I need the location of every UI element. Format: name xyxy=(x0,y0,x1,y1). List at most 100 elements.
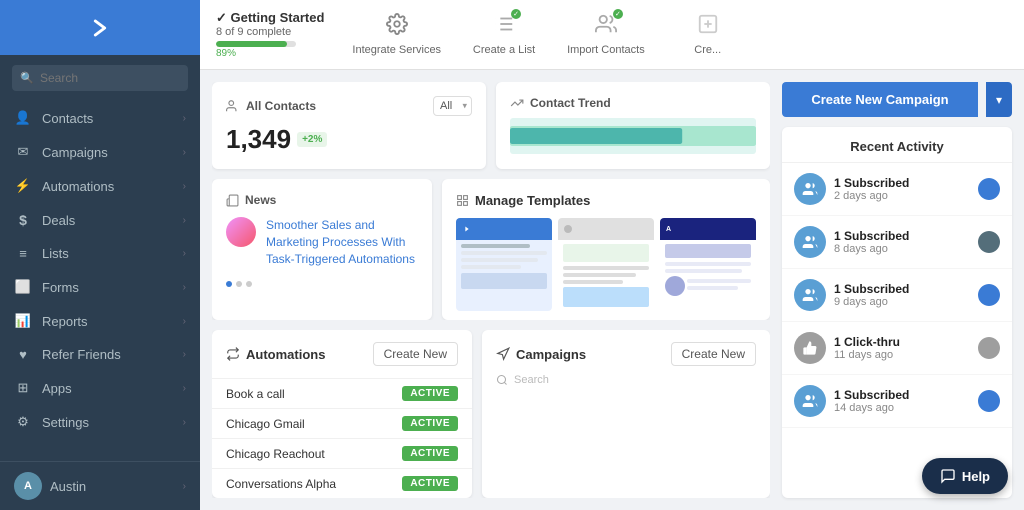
gs-step-integrate[interactable]: Integrate Services xyxy=(352,13,441,56)
activity-content-1: 1 Subscribed 2 days ago xyxy=(834,176,970,202)
automations-title: Automations xyxy=(226,347,325,362)
deals-icon: $ xyxy=(14,212,32,228)
activity-content-3: 1 Subscribed 9 days ago xyxy=(834,282,970,308)
stats-row: All Contacts All 1,349 +2% xyxy=(212,82,770,169)
automation-status-badge: ACTIVE xyxy=(402,386,458,401)
create-icon xyxy=(697,13,719,40)
activity-item-5: 1 Subscribed 14 days ago xyxy=(782,375,1012,428)
search-input[interactable] xyxy=(12,65,188,91)
progress-fill xyxy=(216,41,287,47)
trend-icon xyxy=(510,96,524,110)
activity-icon-4 xyxy=(794,332,826,364)
getting-started-info: ✓ Getting Started 8 of 9 complete 89% xyxy=(216,10,324,59)
recent-activity-panel: Recent Activity 1 Subscribed 2 days ago xyxy=(782,127,1012,498)
sidebar-footer[interactable]: A Austin › xyxy=(0,461,200,510)
sidebar-item-settings[interactable]: ⚙ Settings › xyxy=(0,405,200,439)
automations-icon: ⚡ xyxy=(14,178,32,194)
content-area: All Contacts All 1,349 +2% xyxy=(200,70,1024,510)
news-dot-3[interactable] xyxy=(246,281,252,287)
automations-create-new-button[interactable]: Create New xyxy=(373,342,458,366)
gs-step-label: Create a List xyxy=(473,44,535,56)
trend-chart-svg xyxy=(510,118,756,154)
news-article-link[interactable]: Smoother Sales and Marketing Processes W… xyxy=(266,217,418,267)
templates-grid: A xyxy=(456,218,756,311)
activity-action: 1 Click-thru xyxy=(834,335,970,349)
automation-status-badge: ACTIVE xyxy=(402,476,458,491)
chevron-right-icon: › xyxy=(183,147,186,158)
news-card: News Smoother Sales and Marketing Proces… xyxy=(212,179,432,320)
news-dot-1[interactable] xyxy=(226,281,232,287)
gs-step-create[interactable]: Cre... xyxy=(673,13,743,56)
chevron-right-icon: › xyxy=(183,282,186,293)
sidebar-item-reports[interactable]: 📊 Reports › xyxy=(0,304,200,338)
create-campaign-button[interactable]: Create New Campaign xyxy=(782,82,978,117)
automation-name: Book a call xyxy=(226,387,285,401)
stat-card-header: All Contacts All xyxy=(226,96,472,116)
automations-icon xyxy=(226,347,240,361)
activity-user-avatar-4 xyxy=(978,337,1000,359)
sidebar-nav: 👤 Contacts › ✉ Campaigns › ⚡ Automations… xyxy=(0,101,200,461)
all-contacts-card: All Contacts All 1,349 +2% xyxy=(212,82,486,169)
automation-name: Conversations Alpha xyxy=(226,477,336,491)
sidebar-item-lists[interactable]: ≡ Lists › xyxy=(0,237,200,270)
logo-icon xyxy=(86,14,114,42)
activity-icon-5 xyxy=(794,385,826,417)
contact-trend-header: Contact Trend xyxy=(510,96,756,110)
contacts-filter-select[interactable]: All xyxy=(433,96,472,116)
sidebar: 🔍 👤 Contacts › ✉ Campaigns › ⚡ Automatio… xyxy=(0,0,200,510)
template-thumb-3[interactable]: A xyxy=(660,218,756,311)
subscribe-icon xyxy=(802,393,818,409)
chevron-right-icon: › xyxy=(183,417,186,428)
sidebar-item-label: Contacts xyxy=(42,111,183,126)
sidebar-item-apps[interactable]: ⊞ Apps › xyxy=(0,371,200,405)
activity-content-4: 1 Click-thru 11 days ago xyxy=(834,335,970,361)
sidebar-logo[interactable] xyxy=(0,0,200,55)
sidebar-item-label: Reports xyxy=(42,314,183,329)
chevron-right-icon: › xyxy=(183,481,186,492)
help-button[interactable]: Help xyxy=(922,458,1008,494)
gs-step-create-list[interactable]: ✓ Create a List xyxy=(469,13,539,56)
chevron-right-icon: › xyxy=(183,215,186,226)
sidebar-item-forms[interactable]: ⬜ Forms › xyxy=(0,270,200,304)
create-campaign-dropdown-button[interactable]: ▾ xyxy=(986,82,1012,117)
right-top-bar: Create New Campaign ▾ xyxy=(782,82,1012,117)
sidebar-item-refer-friends[interactable]: ♥ Refer Friends › xyxy=(0,338,200,371)
sidebar-item-contacts[interactable]: 👤 Contacts › xyxy=(0,101,200,135)
automation-row: Chicago Gmail ACTIVE xyxy=(212,408,472,438)
heart-icon: ♥ xyxy=(14,347,32,362)
template-thumb-2[interactable] xyxy=(558,218,654,311)
chevron-right-icon: › xyxy=(183,316,186,327)
progress-bar xyxy=(216,41,296,47)
news-dot-2[interactable] xyxy=(236,281,242,287)
templates-title: Manage Templates xyxy=(475,193,590,208)
sidebar-item-campaigns[interactable]: ✉ Campaigns › xyxy=(0,135,200,169)
campaigns-create-new-button[interactable]: Create New xyxy=(671,342,756,366)
activity-content-2: 1 Subscribed 8 days ago xyxy=(834,229,970,255)
contacts-icon: 👤 xyxy=(14,110,32,126)
recent-activity-title: Recent Activity xyxy=(782,127,1012,163)
list-check-icon: ✓ xyxy=(493,13,515,40)
template-logo-icon xyxy=(462,224,472,234)
sidebar-item-automations[interactable]: ⚡ Automations › xyxy=(0,169,200,203)
gs-step-import-contacts[interactable]: ✓ Import Contacts xyxy=(567,13,645,56)
templates-header: Manage Templates xyxy=(456,193,756,208)
help-icon xyxy=(940,468,956,484)
sidebar-item-label: Automations xyxy=(42,179,183,194)
news-title: News xyxy=(245,193,276,207)
gear-icon: ⚙ xyxy=(14,414,32,430)
all-contacts-title: All Contacts xyxy=(226,99,316,113)
contacts-count: 1,349 +2% xyxy=(226,124,472,155)
activity-action: 1 Subscribed xyxy=(834,282,970,296)
progress-label: 89% xyxy=(216,48,324,59)
automation-status-badge: ACTIVE xyxy=(402,416,458,431)
forms-icon: ⬜ xyxy=(14,279,32,295)
news-pagination-dots xyxy=(226,281,418,287)
campaigns-card: Campaigns Create New Search xyxy=(482,330,770,498)
activity-user-avatar-2 xyxy=(978,231,1000,253)
automation-name: Chicago Reachout xyxy=(226,447,325,461)
import-contacts-icon: ✓ xyxy=(595,13,617,40)
sidebar-item-deals[interactable]: $ Deals › xyxy=(0,203,200,237)
template-thumb-1[interactable] xyxy=(456,218,552,311)
contact-trend-card: Contact Trend xyxy=(496,82,770,169)
chevron-right-icon: › xyxy=(183,248,186,259)
